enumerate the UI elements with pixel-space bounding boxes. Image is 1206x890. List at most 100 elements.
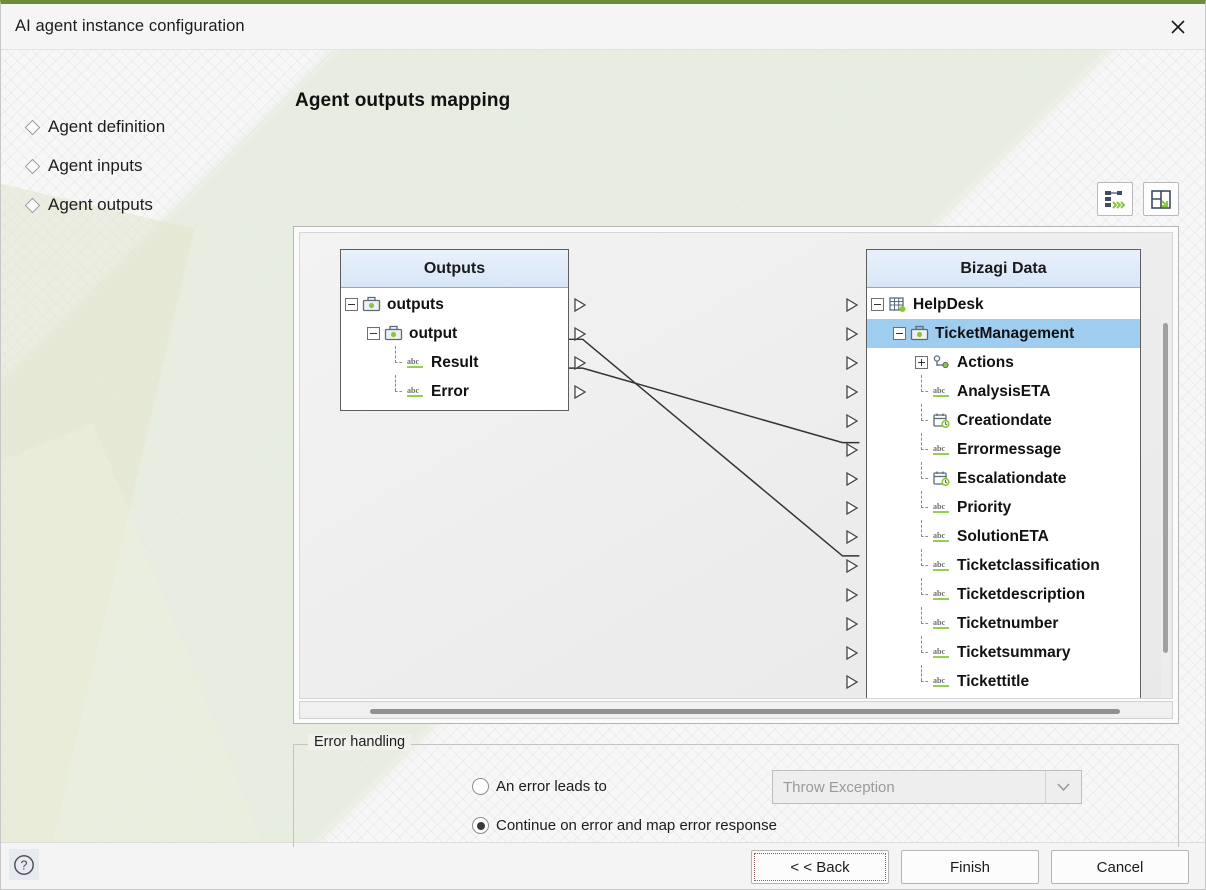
connector-arrow[interactable] (573, 327, 588, 341)
svg-text:abc: abc (933, 676, 945, 685)
target-tree-header: Bizagi Data (867, 250, 1140, 288)
tree-node-escalationdate[interactable]: Escalationdate (846, 462, 1140, 493)
connector-arrow[interactable] (845, 443, 860, 457)
error-action-dropdown[interactable]: Throw Exception (772, 770, 1082, 804)
connector-arrow[interactable] (845, 530, 860, 544)
title-bar: AI agent instance configuration (1, 4, 1205, 50)
back-button[interactable]: < < Back (751, 850, 889, 884)
scrollbar-thumb[interactable] (370, 709, 1120, 714)
error-handling-legend: Error handling (308, 734, 412, 750)
page-title: Agent outputs mapping (295, 90, 511, 111)
tree-node-ticketnumber[interactable]: abc Ticketnumber (846, 607, 1140, 638)
sidebar-item-agent-definition[interactable]: Agent definition (23, 112, 273, 142)
abc-text-icon: abc (932, 644, 951, 661)
tree-node-helpdesk[interactable]: HelpDesk (846, 290, 1140, 319)
tree-node-solutioneta[interactable]: abc SolutionETA (846, 520, 1140, 551)
radio-label: An error leads to (496, 778, 607, 795)
source-tree-header: Outputs (341, 250, 568, 288)
close-icon[interactable] (1151, 4, 1205, 49)
svg-text:abc: abc (933, 531, 945, 540)
connector-arrow[interactable] (573, 298, 588, 312)
connector-arrow[interactable] (845, 298, 860, 312)
target-tree-body: HelpDesk TicketManagement Actions abc An… (846, 288, 1140, 698)
tree-node-analysiseta[interactable]: abc AnalysisETA (846, 375, 1140, 406)
tree-node-output[interactable]: output (341, 319, 587, 348)
tree-node-priority[interactable]: abc Priority (846, 491, 1140, 522)
radio-button[interactable] (472, 817, 489, 834)
sidebar-item-label: Agent inputs (48, 156, 143, 175)
connector-arrow[interactable] (845, 617, 860, 631)
connector-arrow[interactable] (845, 385, 860, 399)
abc-text-icon: abc (406, 354, 425, 371)
tree-node-errormessage[interactable]: abc Errormessage (846, 433, 1140, 464)
chevron-down-icon[interactable] (1045, 771, 1081, 803)
mapper-horizontal-scrollbar[interactable] (299, 701, 1173, 719)
collapse-icon[interactable] (367, 327, 380, 340)
date-icon (932, 470, 951, 487)
connector-arrow[interactable] (845, 501, 860, 515)
tree-node-ticketclassification[interactable]: abc Ticketclassification (846, 549, 1140, 580)
tree-node-label: Actions (957, 353, 1014, 371)
tree-node-error[interactable]: abc Error (341, 375, 587, 406)
main-panel: Agent outputs mapping Outputs outputs ou… (293, 90, 1179, 847)
svg-text:abc: abc (933, 647, 945, 656)
tree-node-label: AnalysisETA (957, 382, 1051, 400)
radio-option-continue-on-error[interactable]: Continue on error and map error response (472, 817, 777, 834)
date-icon (932, 412, 951, 429)
diamond-bullet-icon (24, 119, 41, 135)
connector-arrow[interactable] (845, 414, 860, 428)
tree-node-ticketsummary[interactable]: abc Ticketsummary (846, 636, 1140, 667)
tree-node-label: Error (431, 382, 469, 400)
mapping-canvas[interactable]: Outputs outputs output abc Result abc Er… (299, 232, 1173, 699)
dialog-footer: ? < < Back Finish Cancel (1, 842, 1205, 889)
tree-node-label: Ticketclassification (957, 556, 1100, 574)
cancel-button[interactable]: Cancel (1051, 850, 1189, 884)
help-circle-icon[interactable]: ? (9, 849, 39, 880)
finish-button[interactable]: Finish (901, 850, 1039, 884)
abc-text-icon: abc (406, 383, 425, 400)
tree-node-creationdate[interactable]: Creationdate (846, 404, 1140, 435)
connector-arrow[interactable] (845, 356, 860, 370)
mapper-vertical-scrollbar[interactable] (1161, 303, 1170, 698)
connector-arrow[interactable] (573, 356, 588, 370)
tree-node-label: output (409, 324, 458, 342)
collapse-icon[interactable] (345, 298, 358, 311)
tree-node-ticketmanagement[interactable]: TicketManagement (846, 319, 1140, 348)
connector-arrow[interactable] (573, 385, 588, 399)
sidebar-item-agent-inputs[interactable]: Agent inputs (23, 151, 273, 181)
connector-arrow[interactable] (845, 559, 860, 573)
error-handling-group: Error handling An error leads to Continu… (293, 734, 1179, 847)
scrollbar-thumb[interactable] (1163, 323, 1168, 653)
tree-guide (915, 433, 928, 464)
tree-node-ticketdescription[interactable]: abc Ticketdescription (846, 578, 1140, 609)
grid-layout-icon[interactable] (1143, 182, 1179, 216)
connector-arrow[interactable] (845, 675, 860, 689)
connector-arrow[interactable] (845, 588, 860, 602)
tree-node-outputs[interactable]: outputs (341, 290, 587, 319)
tree-node-label: TicketManagement (935, 324, 1075, 342)
tree-node-result[interactable]: abc Result (341, 346, 587, 377)
collapse-icon[interactable] (871, 298, 884, 311)
tree-node-tickettitle[interactable]: abc Tickettitle (846, 665, 1140, 696)
auto-map-icon[interactable] (1097, 182, 1133, 216)
tree-guide (389, 375, 402, 406)
sidebar-item-agent-outputs[interactable]: Agent outputs (23, 190, 273, 220)
svg-text:abc: abc (933, 589, 945, 598)
radio-button[interactable] (472, 778, 489, 795)
expand-icon[interactable] (915, 356, 928, 369)
sidebar-item-label: Agent definition (48, 117, 166, 136)
collapse-icon[interactable] (893, 327, 906, 340)
abc-text-icon: abc (932, 673, 951, 690)
mapper-toolbar (1097, 182, 1179, 216)
tree-node-actions[interactable]: Actions (846, 348, 1140, 377)
abc-text-icon: abc (932, 586, 951, 603)
connector-arrow[interactable] (845, 646, 860, 660)
tree-node-label: Ticketdescription (957, 585, 1086, 603)
radio-option-error-leads-to[interactable]: An error leads to (472, 778, 607, 795)
tree-node-label: outputs (387, 295, 444, 313)
radio-label: Continue on error and map error response (496, 817, 777, 834)
tree-guide (915, 665, 928, 696)
dialog-window: AI agent instance configuration Agent de… (0, 0, 1206, 890)
connector-arrow[interactable] (845, 327, 860, 341)
connector-arrow[interactable] (845, 472, 860, 486)
